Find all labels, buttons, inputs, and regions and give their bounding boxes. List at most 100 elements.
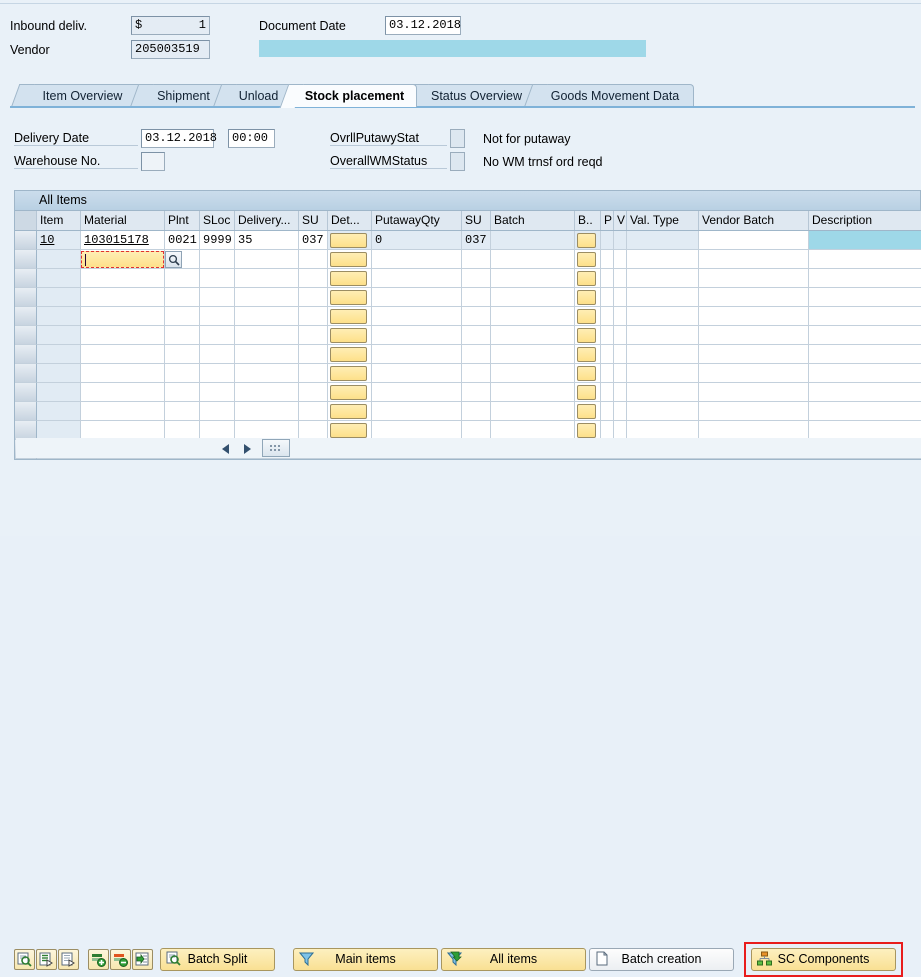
table-row[interactable] bbox=[15, 326, 921, 345]
cell-description[interactable] bbox=[809, 307, 921, 326]
cell-putaway_qty[interactable]: 0 bbox=[372, 231, 462, 250]
table-row[interactable]: 10 103015178 0021 9999 35 037 0 037 bbox=[15, 231, 921, 250]
cell-delivery_qty[interactable] bbox=[235, 402, 299, 421]
overall-wm-status-field[interactable] bbox=[450, 152, 465, 171]
tab-stock-placement[interactable]: Stock placement bbox=[279, 84, 417, 108]
cell-su1[interactable] bbox=[299, 364, 328, 383]
input-det[interactable] bbox=[330, 423, 367, 438]
cell-sloc[interactable] bbox=[200, 250, 235, 269]
cell-vendor_batch[interactable] bbox=[699, 364, 809, 383]
tab-status-overview[interactable]: Status Overview bbox=[404, 84, 536, 108]
cell-plnt[interactable] bbox=[165, 288, 200, 307]
cell-vendor_batch[interactable] bbox=[699, 307, 809, 326]
input-det[interactable] bbox=[330, 328, 367, 343]
display-icon-button[interactable] bbox=[58, 949, 79, 970]
input-b[interactable] bbox=[577, 233, 596, 248]
batch-creation-button[interactable]: Batch creation bbox=[589, 948, 734, 971]
cell-vendor_batch[interactable] bbox=[699, 326, 809, 345]
cell-plnt[interactable] bbox=[165, 307, 200, 326]
cell-p[interactable] bbox=[601, 402, 614, 421]
input-det[interactable] bbox=[330, 385, 367, 400]
cell-sloc[interactable] bbox=[200, 269, 235, 288]
search-icon[interactable] bbox=[165, 251, 182, 268]
input-b[interactable] bbox=[577, 366, 596, 381]
cell-plnt[interactable] bbox=[165, 402, 200, 421]
cell-sloc[interactable] bbox=[200, 383, 235, 402]
cell-delivery_qty[interactable] bbox=[235, 269, 299, 288]
cell-material[interactable] bbox=[81, 383, 165, 402]
cell-delivery_qty[interactable] bbox=[235, 345, 299, 364]
material-input[interactable] bbox=[81, 251, 164, 268]
cell-su1[interactable] bbox=[299, 307, 328, 326]
cell-v[interactable] bbox=[614, 250, 627, 269]
row-select-button[interactable] bbox=[15, 250, 37, 269]
cell-plnt[interactable]: 0021 bbox=[165, 231, 200, 250]
cell-vendor_batch[interactable] bbox=[699, 231, 809, 250]
row-select-button[interactable] bbox=[15, 307, 37, 326]
cell-delivery_qty[interactable]: 35 bbox=[235, 231, 299, 250]
cell-b[interactable] bbox=[575, 345, 601, 364]
row-select-button[interactable] bbox=[15, 326, 37, 345]
cell-material[interactable] bbox=[81, 345, 165, 364]
main-items-button[interactable]: Main items bbox=[293, 948, 438, 971]
cell-description[interactable] bbox=[809, 345, 921, 364]
input-b[interactable] bbox=[577, 423, 596, 438]
cell-p[interactable] bbox=[601, 326, 614, 345]
input-det[interactable] bbox=[330, 233, 367, 248]
column-header-material[interactable]: Material bbox=[81, 211, 165, 230]
cell-sloc[interactable] bbox=[200, 364, 235, 383]
cell-val_type[interactable] bbox=[627, 231, 699, 250]
sc-components-button[interactable]: SC Components bbox=[751, 948, 896, 971]
cell-p[interactable] bbox=[601, 345, 614, 364]
cell-putaway_qty[interactable] bbox=[372, 250, 462, 269]
column-header-su1[interactable]: SU bbox=[299, 211, 328, 230]
cell-b[interactable] bbox=[575, 402, 601, 421]
cell-sloc[interactable] bbox=[200, 326, 235, 345]
column-header-sloc[interactable]: SLoc bbox=[200, 211, 235, 230]
cell-b[interactable] bbox=[575, 364, 601, 383]
cell-val_type[interactable] bbox=[627, 269, 699, 288]
cell-b[interactable] bbox=[575, 383, 601, 402]
tab-item-overview[interactable]: Item Overview bbox=[10, 84, 142, 108]
cell-description[interactable] bbox=[809, 250, 921, 269]
cell-batch[interactable] bbox=[491, 345, 575, 364]
details-icon-button[interactable] bbox=[36, 949, 57, 970]
cell-delivery_qty[interactable] bbox=[235, 250, 299, 269]
inbound-delivery-field[interactable]: $ 1 bbox=[131, 16, 210, 35]
cell-material[interactable] bbox=[81, 269, 165, 288]
delete-row-icon-button[interactable] bbox=[110, 949, 131, 970]
input-b[interactable] bbox=[577, 290, 596, 305]
cell-putaway_qty[interactable] bbox=[372, 269, 462, 288]
scroll-right-button[interactable] bbox=[237, 440, 257, 456]
cell-batch[interactable] bbox=[491, 364, 575, 383]
cell-putaway_qty[interactable] bbox=[372, 326, 462, 345]
insert-row-icon-button[interactable] bbox=[88, 949, 109, 970]
cell-det[interactable] bbox=[328, 364, 372, 383]
cell-b[interactable] bbox=[575, 250, 601, 269]
cell-batch[interactable] bbox=[491, 269, 575, 288]
input-b[interactable] bbox=[577, 385, 596, 400]
input-det[interactable] bbox=[330, 404, 367, 419]
cell-batch[interactable] bbox=[491, 231, 575, 250]
cell-vendor_batch[interactable] bbox=[699, 383, 809, 402]
cell-putaway_qty[interactable] bbox=[372, 364, 462, 383]
column-header-v[interactable]: V bbox=[614, 211, 627, 230]
cell-material[interactable] bbox=[81, 402, 165, 421]
column-header-su2[interactable]: SU bbox=[462, 211, 491, 230]
row-select-button[interactable] bbox=[15, 402, 37, 421]
cell-val_type[interactable] bbox=[627, 307, 699, 326]
cell-plnt[interactable] bbox=[165, 364, 200, 383]
table-row[interactable] bbox=[15, 402, 921, 421]
batch-split-button[interactable]: Batch Split bbox=[160, 948, 275, 971]
row-select-button[interactable] bbox=[15, 345, 37, 364]
cell-item[interactable] bbox=[37, 250, 81, 269]
cell-v[interactable] bbox=[614, 231, 627, 250]
cell-item[interactable] bbox=[37, 269, 81, 288]
input-det[interactable] bbox=[330, 290, 367, 305]
cell-delivery_qty[interactable] bbox=[235, 326, 299, 345]
cell-b[interactable] bbox=[575, 307, 601, 326]
column-header-item[interactable]: Item bbox=[37, 211, 81, 230]
cell-val_type[interactable] bbox=[627, 402, 699, 421]
cell-v[interactable] bbox=[614, 402, 627, 421]
cell-putaway_qty[interactable] bbox=[372, 345, 462, 364]
